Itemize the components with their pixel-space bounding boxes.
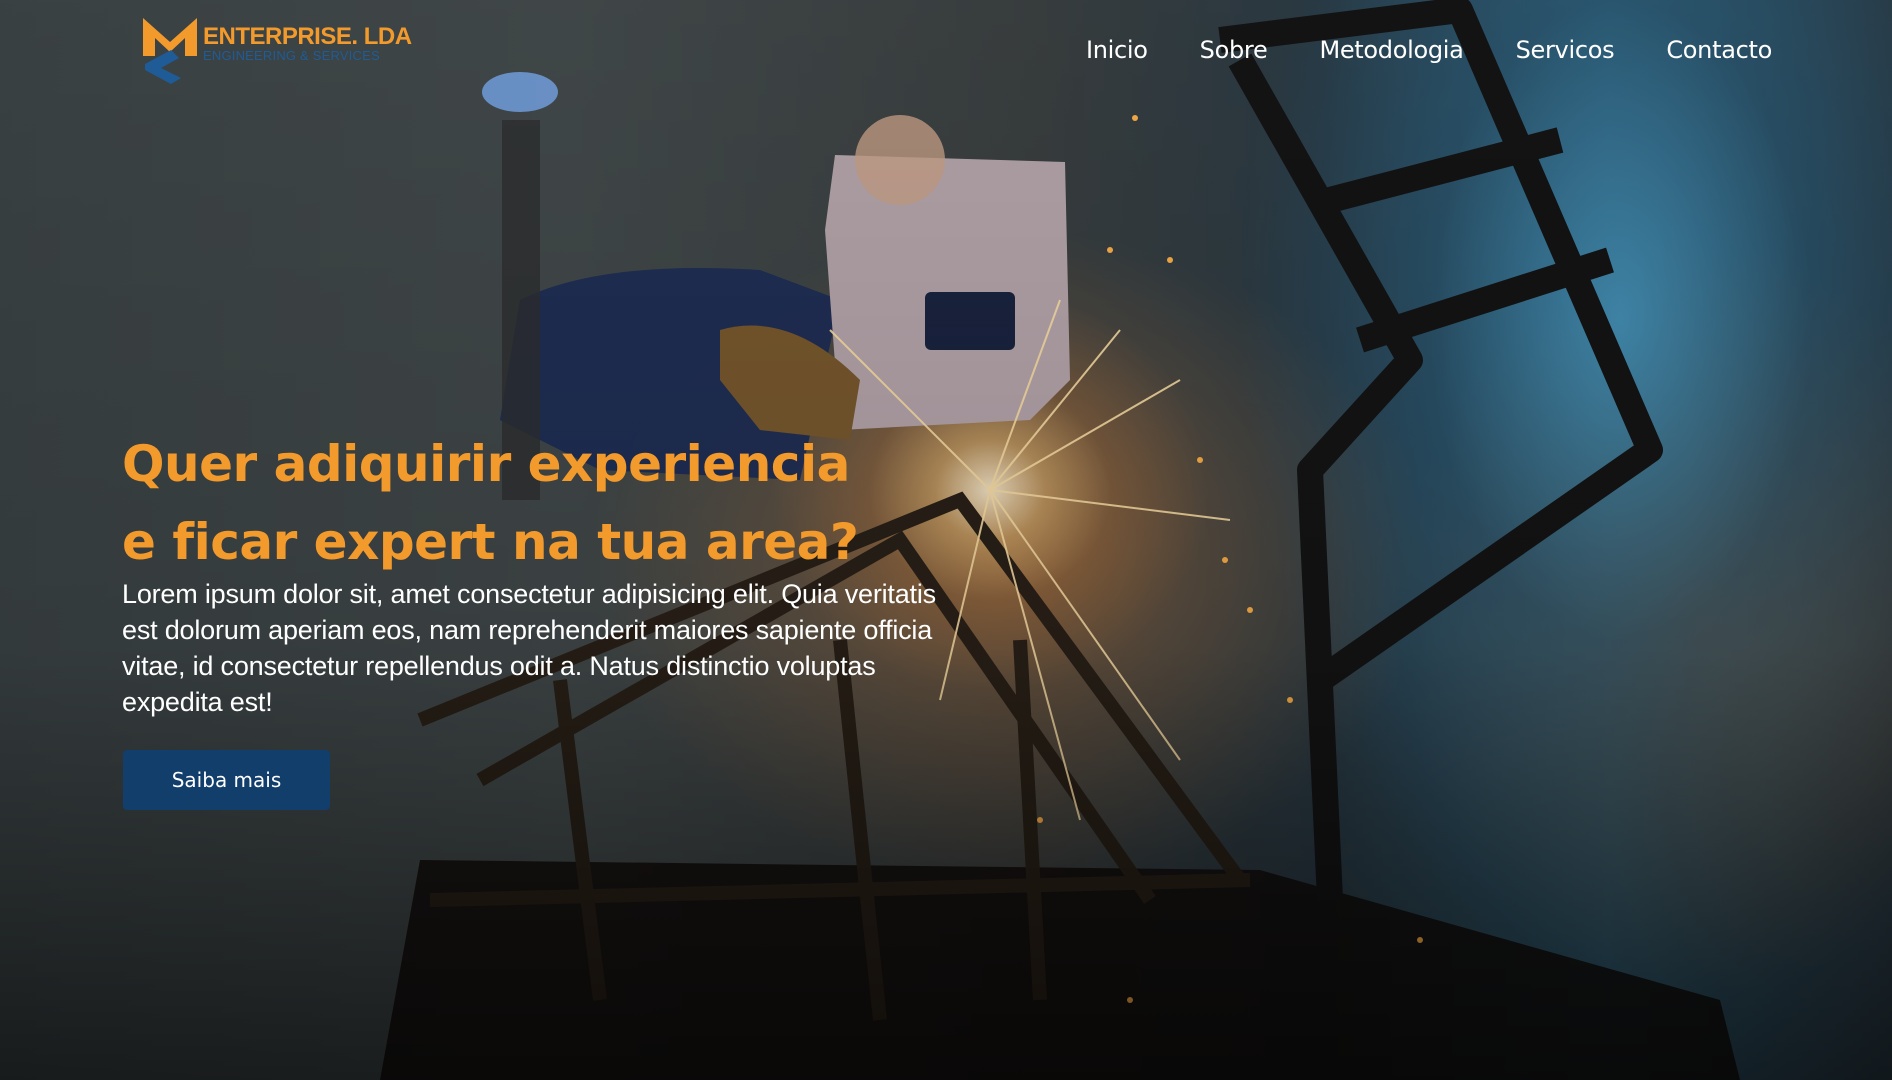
brand-logo[interactable]: ENTERPRISE. LDA ENGINEERING & SERVICES (141, 12, 412, 84)
saiba-mais-button[interactable]: Saiba mais (123, 750, 330, 810)
hero-lead-text: Lorem ipsum dolor sit, amet consectetur … (122, 579, 936, 717)
nav-item-metodologia[interactable]: Metodologia (1319, 36, 1463, 64)
nav-item-inicio[interactable]: Inicio (1086, 36, 1148, 64)
nav-item-contacto[interactable]: Contacto (1666, 36, 1772, 64)
nav-item-sobre[interactable]: Sobre (1200, 36, 1268, 64)
brand-name: ENTERPRISE. LDA (203, 23, 412, 50)
hero-headline-line-1: Quer adiquirir experiencia (122, 435, 850, 493)
ms-monogram-icon (143, 18, 197, 84)
hero-headline: Quer adiquirir experiencia e ficar exper… (122, 425, 1022, 581)
main-nav: Inicio Sobre Metodologia Servicos Contac… (1086, 36, 1772, 64)
brand-tagline: ENGINEERING & SERVICES (203, 48, 380, 63)
hero-headline-line-2: e ficar expert na tua area? (122, 513, 859, 571)
nav-item-servicos[interactable]: Servicos (1516, 36, 1615, 64)
